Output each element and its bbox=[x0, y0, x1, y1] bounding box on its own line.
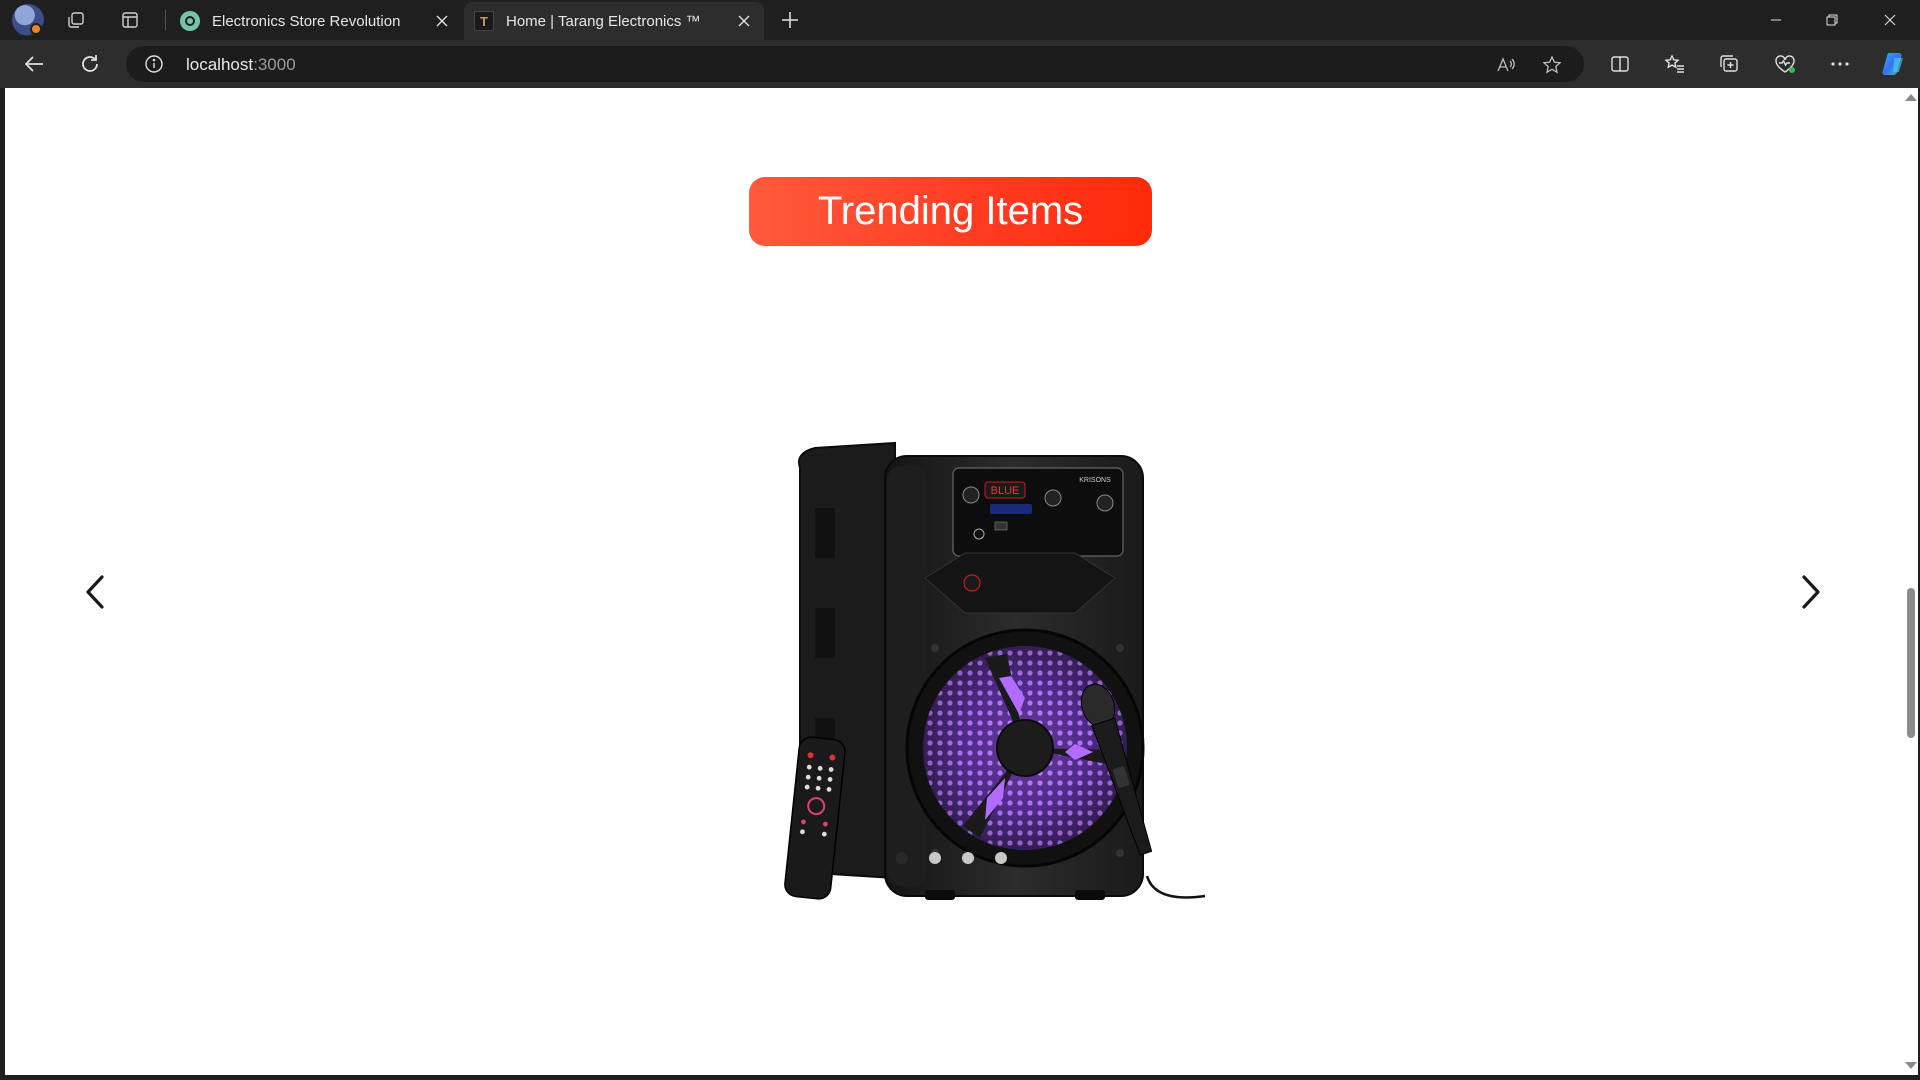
restore-icon[interactable] bbox=[1804, 0, 1860, 40]
tab-electronics-store-revolution[interactable]: Electronics Store Revolution bbox=[170, 2, 462, 40]
tarang-logo-icon: T bbox=[474, 11, 494, 31]
new-tab-plus-icon[interactable] bbox=[772, 4, 808, 36]
carousel-dot-4[interactable] bbox=[995, 852, 1007, 864]
tab-divider bbox=[165, 10, 166, 30]
speaker-brand-text: KRISONS bbox=[1079, 477, 1111, 484]
browser-titlebar: Electronics Store Revolution T Home | Ta… bbox=[0, 0, 1920, 40]
page-scrollbar[interactable] bbox=[1902, 88, 1918, 1075]
carousel-next-button[interactable] bbox=[1791, 566, 1831, 618]
carousel-dot-3[interactable] bbox=[962, 852, 974, 864]
browser-essentials-icon[interactable] bbox=[1765, 46, 1805, 82]
page-viewport: Trending Items BLUE KRISONS bbox=[5, 88, 1918, 1075]
collections-icon[interactable] bbox=[1710, 46, 1750, 82]
trending-items-heading: Trending Items bbox=[749, 177, 1152, 246]
vertical-tabs-icon[interactable] bbox=[112, 4, 148, 36]
carousel-prev-button[interactable] bbox=[75, 566, 115, 618]
product-image-speaker[interactable]: BLUE KRISONS bbox=[775, 358, 1215, 918]
profile-status-dot bbox=[30, 23, 42, 35]
copilot-icon[interactable] bbox=[1874, 46, 1914, 82]
window-bottom-edge bbox=[0, 1075, 1920, 1080]
url-text[interactable]: localhost:3000 bbox=[186, 55, 296, 75]
address-bar[interactable]: localhost:3000 bbox=[126, 46, 1584, 82]
scroll-up-arrow-icon[interactable] bbox=[1905, 94, 1917, 101]
url-port: :3000 bbox=[253, 55, 296, 74]
more-options-icon[interactable] bbox=[1820, 46, 1860, 82]
split-screen-icon[interactable] bbox=[1600, 46, 1640, 82]
carousel-dot-2[interactable] bbox=[929, 852, 941, 864]
chevron-right-icon bbox=[1802, 575, 1820, 609]
tab-title: Home | Tarang Electronics ™ bbox=[506, 12, 701, 30]
window-close-icon[interactable] bbox=[1862, 0, 1918, 40]
close-icon[interactable] bbox=[428, 7, 456, 35]
chatgpt-icon bbox=[180, 11, 200, 31]
scroll-down-arrow-icon[interactable] bbox=[1905, 1062, 1917, 1069]
tab-home-tarang-electronics[interactable]: T Home | Tarang Electronics ™ bbox=[464, 2, 764, 40]
scroll-thumb[interactable] bbox=[1907, 588, 1915, 738]
workspaces-icon[interactable] bbox=[58, 4, 94, 36]
carousel-dot-1[interactable] bbox=[896, 852, 908, 864]
minimize-icon[interactable] bbox=[1748, 0, 1804, 40]
read-aloud-icon[interactable] bbox=[1488, 52, 1524, 78]
carousel-indicators bbox=[896, 852, 1007, 866]
tab-title: Electronics Store Revolution bbox=[212, 12, 401, 30]
favorites-list-icon[interactable] bbox=[1655, 46, 1695, 82]
refresh-icon[interactable] bbox=[70, 46, 110, 82]
favorite-star-icon[interactable] bbox=[1534, 52, 1570, 78]
site-info-icon[interactable] bbox=[144, 54, 164, 74]
chevron-left-icon bbox=[86, 575, 104, 609]
speaker-display-text: BLUE bbox=[991, 485, 1020, 497]
browser-toolbar: localhost:3000 bbox=[0, 40, 1920, 88]
url-host: localhost bbox=[186, 55, 254, 74]
back-arrow-icon[interactable] bbox=[14, 46, 54, 82]
close-icon[interactable] bbox=[730, 7, 758, 35]
